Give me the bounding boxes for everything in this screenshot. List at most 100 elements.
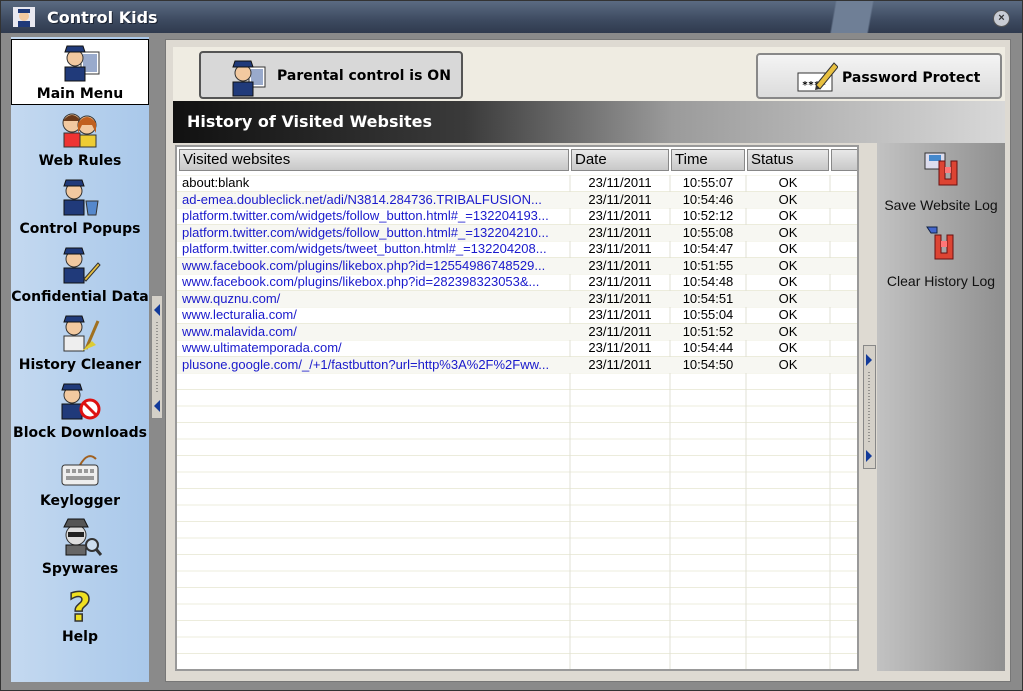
cell-date: 23/11/2011 xyxy=(588,356,652,372)
cell-url: platform.twitter.com/widgets/follow_butt… xyxy=(182,208,549,223)
sidebar-item-label: History Cleaner xyxy=(18,357,142,373)
sidebar-item-label: Web Rules xyxy=(38,153,122,169)
cell-date: 23/11/2011 xyxy=(588,191,652,207)
spy-icon xyxy=(63,518,102,556)
column-header-extra[interactable] xyxy=(831,149,857,171)
clear-log-icon xyxy=(926,226,954,260)
clear-history-log-button[interactable]: Clear History Log xyxy=(877,223,1005,293)
sidebar-item-spywares[interactable]: Spywares xyxy=(11,515,149,581)
cell-status: OK xyxy=(778,356,798,372)
column-header-url[interactable]: Visited websites xyxy=(179,149,569,171)
sidebar-item-web-rules[interactable]: Web Rules xyxy=(11,107,149,173)
sidebar-item-label: Control Popups xyxy=(19,221,141,237)
cell-status: OK xyxy=(778,323,798,339)
cell-status: OK xyxy=(778,274,798,289)
app-icon xyxy=(13,7,35,27)
sidebar-item-block-downloads[interactable]: Block Downloads xyxy=(11,379,149,445)
table-row[interactable]: about:blank 23/11/2011 10:55:07 OK xyxy=(177,175,857,191)
collapse-actions-handle[interactable] xyxy=(863,345,876,469)
window-title: Control Kids xyxy=(47,8,158,27)
cell-time: 10:55:04 xyxy=(682,307,734,322)
cell-url: ad-emea.doubleclick.net/adi/N3814.284736… xyxy=(182,191,542,207)
sidebar-item-label: Spywares xyxy=(41,561,119,577)
table-row[interactable]: ad-emea.doubleclick.net/adi/N3814.284736… xyxy=(177,191,857,208)
collapse-right-icon xyxy=(866,354,872,462)
sidebar-item-history-cleaner[interactable]: History Cleaner xyxy=(11,311,149,377)
collapse-sidebar-handle[interactable] xyxy=(151,295,163,419)
cell-status: OK xyxy=(778,191,798,207)
question-icon: ? xyxy=(68,585,93,625)
collapse-left-icon xyxy=(154,304,160,412)
cell-time: 10:54:47 xyxy=(682,241,734,256)
table-row[interactable]: www.quznu.com/23/11/2011 10:54:51 OK xyxy=(177,290,857,307)
cell-status: OK xyxy=(778,307,798,322)
cell-url: plusone.google.com/_/+1/fastbutton?url=h… xyxy=(182,356,550,372)
column-header-status[interactable]: Status xyxy=(747,149,829,171)
table-row[interactable]: plusone.google.com/_/+1/fastbutton?url=h… xyxy=(177,356,857,373)
sidebar-item-main-menu[interactable]: Main Menu xyxy=(11,39,149,105)
column-header-time[interactable]: Time xyxy=(671,149,745,171)
cell-url: about:blank xyxy=(182,175,250,190)
cell-date: 23/11/2011 xyxy=(588,323,652,339)
policeman-icon xyxy=(232,60,266,97)
save-log-label: Save Website Log xyxy=(884,197,998,213)
title-decoration xyxy=(761,1,941,33)
cell-time: 10:54:46 xyxy=(682,191,734,207)
cell-time: 10:54:51 xyxy=(682,290,734,306)
panel-title: History of Visited Websites xyxy=(187,112,432,131)
cell-url: www.lecturalia.com/ xyxy=(182,307,297,322)
cell-time: 10:51:52 xyxy=(682,323,734,339)
cell-url: platform.twitter.com/widgets/follow_butt… xyxy=(182,224,549,240)
cell-date: 23/11/2011 xyxy=(588,274,652,289)
cell-date: 23/11/2011 xyxy=(588,340,652,355)
table-row[interactable]: www.ultimatemporada.com/23/11/2011 10:54:… xyxy=(177,340,857,356)
cell-url: www.ultimatemporada.com/ xyxy=(182,340,342,355)
cell-date: 23/11/2011 xyxy=(588,307,652,322)
parental-control-button[interactable]: Parental control is ON xyxy=(199,51,463,99)
save-website-log-button[interactable]: Save Website Log xyxy=(877,147,1005,217)
table-row[interactable]: www.malavida.com/23/11/2011 10:51:52 OK xyxy=(177,323,857,340)
save-log-icon xyxy=(924,152,958,186)
cell-url: www.malavida.com/ xyxy=(182,323,297,339)
cell-status: OK xyxy=(778,340,798,355)
history-table[interactable]: Visited websites Date Time Status about:… xyxy=(175,145,859,671)
sidebar-item-control-popups[interactable]: Control Popups xyxy=(11,175,149,241)
table-row[interactable]: platform.twitter.com/widgets/follow_butt… xyxy=(177,208,857,224)
cell-time: 10:54:48 xyxy=(682,274,734,289)
sidebar-item-confidential-data[interactable]: Confidential Data xyxy=(11,243,149,309)
sidebar: Main Menu Web Rules Control Popups Confi… xyxy=(11,37,149,682)
cell-date: 23/11/2011 xyxy=(588,241,652,256)
cell-status: OK xyxy=(778,175,798,190)
sidebar-item-keylogger[interactable]: Keylogger xyxy=(11,447,149,513)
cell-date: 23/11/2011 xyxy=(588,257,652,273)
cell-date: 23/11/2011 xyxy=(588,224,652,240)
block-icon xyxy=(61,383,101,420)
table-row[interactable]: platform.twitter.com/widgets/tweet_butto… xyxy=(177,241,857,257)
cell-status: OK xyxy=(778,257,798,273)
cell-url: www.facebook.com/plugins/likebox.php?id=… xyxy=(182,257,546,273)
kids-icon xyxy=(62,113,97,148)
table-row[interactable]: platform.twitter.com/widgets/follow_butt… xyxy=(177,224,857,241)
policeman-icon xyxy=(64,45,100,82)
parental-control-label: Parental control is ON xyxy=(277,68,451,84)
cell-date: 23/11/2011 xyxy=(588,290,652,306)
panel-header: History of Visited Websites xyxy=(173,101,1005,143)
cell-url: platform.twitter.com/widgets/tweet_butto… xyxy=(182,241,547,256)
cell-time: 10:54:44 xyxy=(682,340,734,355)
cell-time: 10:51:55 xyxy=(682,257,734,273)
policeman-pen-icon xyxy=(63,247,101,284)
table-row[interactable]: www.lecturalia.com/23/11/2011 10:55:04 OK xyxy=(177,307,857,323)
clear-log-label: Clear History Log xyxy=(886,273,996,289)
sidebar-item-label: Keylogger xyxy=(39,493,121,509)
table-row[interactable]: www.facebook.com/plugins/likebox.php?id=… xyxy=(177,257,857,274)
title-bar[interactable]: Control Kids × xyxy=(1,1,1022,33)
cell-status: OK xyxy=(778,208,798,223)
sidebar-item-help[interactable]: ? Help xyxy=(11,583,149,649)
column-header-date[interactable]: Date xyxy=(571,149,669,171)
password-protect-button[interactable]: **** Password Protect xyxy=(756,53,1002,99)
cell-date: 23/11/2011 xyxy=(588,208,652,223)
cell-status: OK xyxy=(778,290,798,306)
close-icon[interactable]: × xyxy=(993,10,1010,27)
cell-status: OK xyxy=(778,241,798,256)
table-row[interactable]: www.facebook.com/plugins/likebox.php?id=… xyxy=(177,274,857,290)
